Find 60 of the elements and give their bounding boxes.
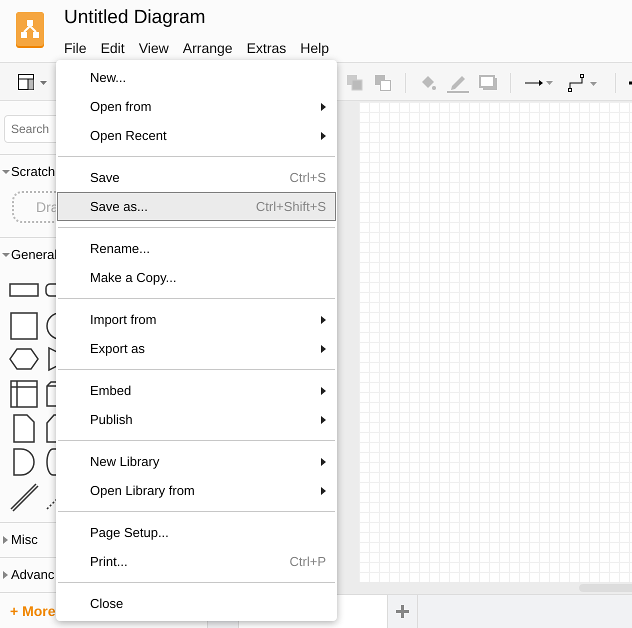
menu-label: New...	[90, 68, 128, 87]
shadow-icon[interactable]	[479, 75, 497, 91]
menu-entry[interactable]: Make a Copy...	[57, 263, 336, 292]
add-page-icon[interactable]	[396, 605, 409, 618]
menu-entry[interactable]: Publish	[57, 405, 336, 434]
menu-item[interactable]: Edit	[100, 38, 125, 59]
menu-entry[interactable]: Export as	[57, 334, 336, 363]
menu-entry[interactable]: Open from	[57, 92, 336, 121]
menu-entry[interactable]: Print... Ctrl+P	[57, 547, 336, 576]
arrow-icon[interactable]	[524, 78, 554, 88]
menu-label: Make a Copy...	[90, 268, 178, 287]
app-logo-icon	[16, 12, 44, 48]
menu-label: Open from	[90, 98, 152, 116]
line-color-icon[interactable]	[447, 73, 469, 93]
section-header[interactable]: Scratch	[11, 162, 56, 182]
menu-label: Save	[90, 168, 121, 187]
menu-label: Print...	[90, 552, 129, 571]
menu-label: Import from	[90, 310, 158, 329]
menu-item[interactable]: View	[138, 38, 169, 59]
menu-entry[interactable]: Import from	[57, 305, 336, 334]
collapsed-arrow-icon[interactable]	[2, 571, 10, 579]
menu-entry[interactable]: Rename...	[57, 234, 336, 263]
menu-label: Publish	[90, 410, 134, 429]
menu-entry[interactable]: Open Library from	[57, 476, 336, 505]
menu-entry[interactable]: Save as... Ctrl+Shift+S	[57, 192, 336, 221]
menu-label: Save as...	[90, 198, 149, 216]
shape-icon[interactable]	[9, 312, 39, 342]
shortcut-text: Ctrl+Shift+S	[256, 198, 326, 216]
shape-icon[interactable]	[9, 380, 39, 410]
shape-icon[interactable]	[9, 482, 39, 512]
menu-label: Open Library from	[90, 482, 196, 500]
to-back-icon[interactable]	[374, 74, 392, 92]
shortcut-text: Ctrl+P	[290, 552, 326, 571]
menu-entry[interactable]: Embed	[57, 376, 336, 405]
section-header[interactable]: Advanc	[11, 565, 54, 585]
menu-label: Rename...	[90, 240, 151, 258]
to-front-icon[interactable]	[346, 74, 364, 92]
layout-icon[interactable]	[18, 74, 48, 90]
menu-label: Close	[90, 594, 124, 613]
menu-label: Embed	[90, 382, 132, 400]
expanded-arrow-icon[interactable]	[2, 168, 10, 176]
shortcut-text: Ctrl+S	[290, 168, 326, 187]
section-header[interactable]: Misc	[11, 530, 38, 550]
menu-label: Page Setup...	[90, 524, 170, 542]
menu-item[interactable]: File	[64, 38, 87, 59]
menu-entry[interactable]: Close	[57, 589, 336, 618]
window-title: Untitled Diagram	[64, 6, 206, 30]
menu-item[interactable]: Extras	[246, 38, 286, 59]
menu-entry[interactable]: New Library	[57, 447, 336, 476]
menu-entry[interactable]: Open Recent	[57, 121, 336, 150]
menu-entry[interactable]: Save Ctrl+S	[57, 163, 336, 192]
menu-label: New Library	[90, 452, 160, 471]
menu-item[interactable]: Arrange	[182, 38, 233, 59]
collapsed-arrow-icon[interactable]	[2, 536, 10, 544]
menu-label: Open Recent	[90, 126, 168, 145]
menu-item[interactable]: Help	[300, 38, 330, 59]
section-header[interactable]: General	[11, 245, 58, 265]
menu-entry[interactable]: Page Setup...	[57, 518, 336, 547]
expanded-arrow-icon[interactable]	[2, 251, 10, 259]
menu-label: Export as	[90, 340, 146, 358]
